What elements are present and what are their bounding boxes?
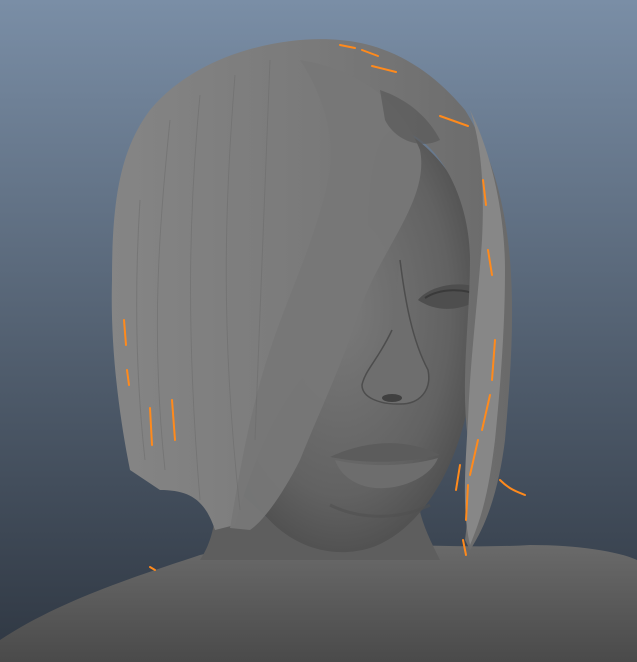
viewport-render: [0, 0, 637, 662]
3d-viewport[interactable]: [0, 0, 637, 662]
nostril: [382, 394, 402, 402]
